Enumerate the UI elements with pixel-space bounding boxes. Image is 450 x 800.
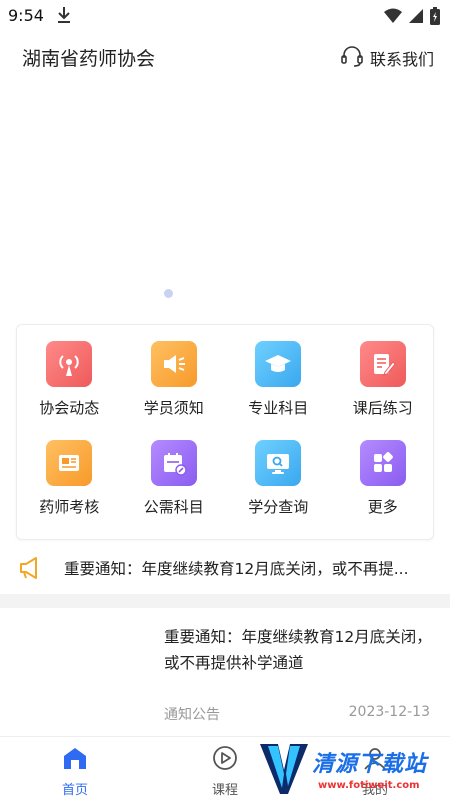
app-header: 湖南省药师协会 联系我们 [0, 36, 450, 80]
grid-item-practice[interactable]: 课后练习 [331, 341, 436, 418]
notice-text: 重要通知：年度继续教育12月底关闭，或不再提... [64, 560, 409, 578]
article-title: 重要通知：年度继续教育12月底关闭，或不再提供补学通道 [164, 628, 432, 672]
status-time: 9:54 [8, 6, 44, 25]
grid-more-icon [359, 440, 406, 486]
article-date: 2023-12-13 [348, 704, 430, 720]
grid-item-label: 课后练习 [352, 399, 413, 417]
watermark-logo: 清源下载站 www.fotiweit.com [256, 738, 448, 798]
grid-item-label: 学分查询 [248, 498, 309, 516]
feature-grid-card: 协会动态 学员须知 专业科目 课后练习 药师考核 公需科目 学分查询 更多 [16, 324, 434, 540]
grid-item-label: 公需科目 [143, 498, 204, 516]
grid-item-student-notice[interactable]: 学员须知 [122, 341, 227, 418]
contact-us-label: 联系我们 [369, 50, 434, 69]
article-category: 通知公告 [164, 707, 220, 723]
contact-us-button[interactable]: 联系我们 [340, 44, 434, 72]
broadcast-icon [46, 341, 93, 387]
grid-item-label: 专业科目 [248, 399, 309, 417]
grid-item-credit-query[interactable]: 学分查询 [226, 440, 331, 517]
list-item[interactable]: 重要通知：年度继续教育12月底关闭，或不再提供补学通道 通知公告 2023-12… [0, 612, 450, 730]
graduation-cap-icon [255, 341, 302, 387]
signal-icon [408, 8, 424, 28]
edit-doc-icon [359, 341, 406, 387]
tab-courses[interactable]: 课程 [185, 745, 265, 798]
grid-item-public-subjects[interactable]: 公需科目 [122, 440, 227, 517]
download-icon [56, 6, 72, 28]
grid-item-label: 药师考核 [39, 498, 100, 516]
section-divider [0, 594, 450, 608]
speaker-icon [150, 341, 197, 387]
notice-marquee[interactable]: 重要通知：年度继续教育12月底关闭，或不再提... [0, 546, 450, 590]
status-icons [384, 7, 440, 29]
status-bar: 9:54 [0, 0, 450, 32]
monitor-search-icon [255, 440, 302, 486]
carousel-indicator [164, 289, 173, 298]
wifi-icon [384, 8, 402, 28]
battery-icon [430, 7, 440, 29]
newspaper-icon [46, 440, 93, 486]
banner-carousel[interactable] [0, 84, 450, 309]
home-icon [61, 745, 89, 775]
play-icon [212, 745, 238, 775]
calendar-edit-icon [150, 440, 197, 486]
grid-item-pharmacist-exam[interactable]: 药师考核 [17, 440, 122, 517]
page-title: 湖南省药师协会 [22, 48, 156, 70]
megaphone-icon [18, 555, 46, 585]
watermark-emblem-icon [260, 744, 308, 794]
grid-item-more[interactable]: 更多 [331, 440, 436, 517]
grid-item-label: 学员须知 [143, 399, 204, 417]
feature-grid: 协会动态 学员须知 专业科目 课后练习 药师考核 公需科目 学分查询 更多 [17, 341, 435, 517]
watermark-url: www.fotiweit.com [318, 780, 420, 791]
tab-label: 首页 [61, 783, 88, 798]
grid-item-label: 协会动态 [39, 399, 100, 417]
tab-home[interactable]: 首页 [35, 745, 115, 798]
headset-icon [340, 44, 364, 72]
tab-label: 课程 [211, 783, 238, 798]
grid-item-professional-subjects[interactable]: 专业科目 [226, 341, 331, 418]
grid-item-association-news[interactable]: 协会动态 [17, 341, 122, 418]
grid-item-label: 更多 [367, 498, 398, 516]
watermark-text: 清源下载站 [312, 752, 428, 777]
